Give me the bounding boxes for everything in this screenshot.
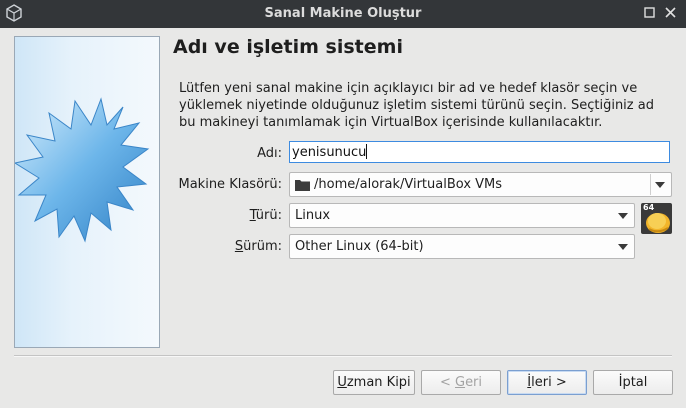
chevron-down-icon[interactable] xyxy=(618,213,628,219)
type-label: Türü: xyxy=(162,208,282,223)
text-caret xyxy=(366,144,368,159)
version-label-post: ürüm: xyxy=(243,239,282,254)
os-version-combo[interactable]: Other Linux (64-bit) xyxy=(289,234,635,259)
name-input[interactable]: yenisunucu xyxy=(289,141,670,163)
footer-divider xyxy=(14,355,672,357)
close-icon[interactable] xyxy=(661,3,681,23)
folder-label: Makine Klasörü: xyxy=(178,177,283,192)
name-label: Adı: xyxy=(257,146,282,161)
folder-icon xyxy=(295,180,310,191)
os-type-value: Linux xyxy=(295,208,331,223)
back-mnemonic: G xyxy=(454,375,466,390)
title-bar: Sanal Makine Oluştur xyxy=(0,0,686,28)
expert-mode-button[interactable]: Uzman Kipi xyxy=(333,370,415,395)
next-button[interactable]: İleri > xyxy=(507,370,587,395)
os-64-badge: 64 xyxy=(643,203,655,212)
os-version-value: Other Linux (64-bit) xyxy=(295,239,424,254)
expert-mode-label: zman Kipi xyxy=(346,375,411,390)
next-label: leri > xyxy=(531,375,567,390)
wizard-banner-image xyxy=(14,36,160,348)
maximize-icon[interactable] xyxy=(640,3,660,23)
name-input-value: yenisunucu xyxy=(292,145,367,160)
page-heading: Adı ve işletim sistemi xyxy=(173,36,403,58)
type-label-post: ürü: xyxy=(255,208,282,223)
page-description: Lütfen yeni sanal makine için açıklayıcı… xyxy=(179,81,654,130)
chevron-down-icon[interactable] xyxy=(655,182,665,188)
back-button[interactable]: < Geri xyxy=(421,370,501,395)
version-label-mnemonic: S xyxy=(234,239,244,254)
chevron-down-icon[interactable] xyxy=(618,244,628,250)
os-type-combo[interactable]: Linux xyxy=(289,203,635,228)
cancel-button[interactable]: İptal xyxy=(593,370,673,395)
version-label: Sürüm: xyxy=(162,239,282,254)
expert-mode-mnemonic: U xyxy=(337,375,347,390)
machine-folder-combo[interactable]: /home/alorak/VirtualBox VMs xyxy=(289,172,672,197)
combo-separator xyxy=(650,174,651,195)
linux-64-os-icon: 64 xyxy=(641,203,672,234)
back-label: eri xyxy=(465,375,483,390)
window-title: Sanal Makine Oluştur xyxy=(264,6,422,21)
back-label-pre: < xyxy=(439,375,455,390)
folder-value: /home/alorak/VirtualBox VMs xyxy=(314,177,503,192)
